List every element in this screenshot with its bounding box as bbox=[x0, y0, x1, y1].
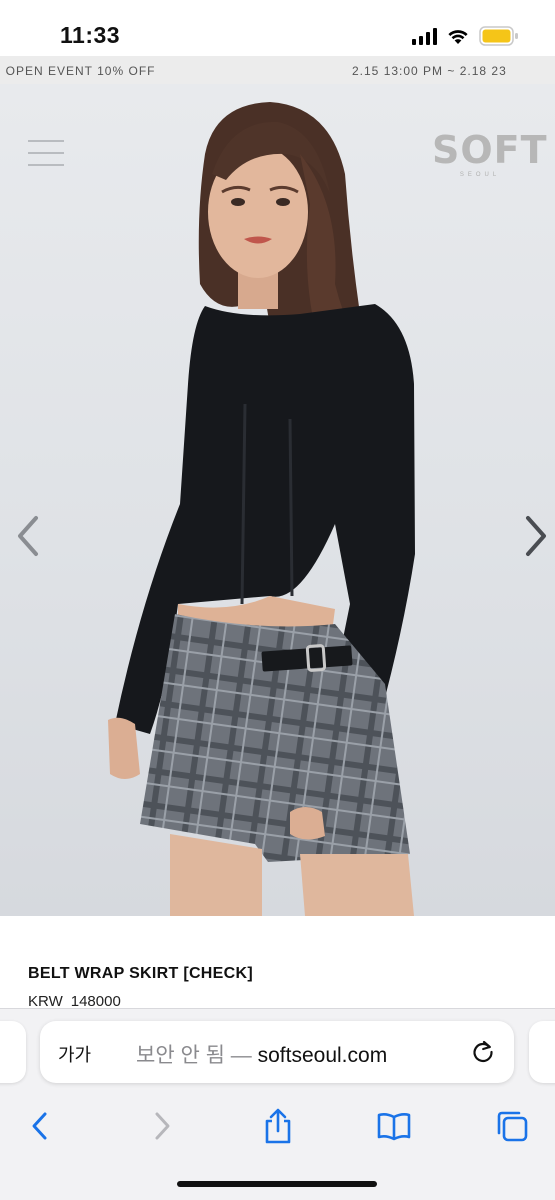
battery-icon bbox=[479, 26, 518, 46]
bookmarks-button[interactable] bbox=[372, 1104, 416, 1148]
banner-text-left: /) OPEN EVENT 10% OFF bbox=[0, 64, 156, 78]
chevron-right-icon[interactable] bbox=[520, 514, 550, 558]
forward-button[interactable] bbox=[140, 1104, 184, 1148]
url-display[interactable]: 보안 안 됨 — softseoul.com bbox=[136, 1039, 387, 1069]
banner-text-right: 2.15 13:00 PM ~ 2.18 23 bbox=[352, 64, 507, 78]
logo-main-text: SOFT bbox=[432, 128, 548, 172]
reload-icon[interactable] bbox=[470, 1039, 496, 1065]
hamburger-menu-icon[interactable] bbox=[28, 140, 64, 166]
wifi-icon bbox=[448, 30, 468, 44]
back-icon bbox=[32, 1112, 47, 1140]
safari-address-area: 가가 보안 안 됨 — softseoul.com bbox=[0, 1008, 555, 1096]
model-photo bbox=[108, 102, 415, 916]
url-separator: — bbox=[224, 1044, 258, 1067]
bookmarks-icon bbox=[377, 1113, 411, 1141]
chevron-left-icon[interactable] bbox=[14, 514, 44, 558]
tabs-icon bbox=[497, 1111, 528, 1142]
url-domain: softseoul.com bbox=[257, 1044, 388, 1067]
logo-sub-text: SEOUL bbox=[459, 172, 501, 178]
not-secure-label: 보안 안 됨 bbox=[136, 1044, 225, 1067]
share-button[interactable] bbox=[256, 1104, 300, 1148]
back-button[interactable] bbox=[18, 1104, 62, 1148]
cellular-signal-icon bbox=[412, 27, 437, 45]
brand-logo[interactable]: SOFT SEOUL bbox=[432, 128, 548, 178]
address-bar[interactable]: 가가 보안 안 됨 — softseoul.com bbox=[40, 1021, 514, 1083]
product-hero-image[interactable]: SOFT SEOUL bbox=[0, 84, 555, 916]
safari-toolbar bbox=[0, 1096, 555, 1200]
previous-tab-peek[interactable] bbox=[0, 1021, 26, 1083]
event-banner[interactable]: /) OPEN EVENT 10% OFF 2.15 13:00 PM ~ 2.… bbox=[0, 56, 555, 84]
share-icon bbox=[265, 1108, 291, 1144]
product-info: BELT WRAP SKIRT [CHECK] KRW 148000 bbox=[0, 916, 555, 1010]
next-tab-peek[interactable] bbox=[529, 1021, 555, 1083]
status-time: 11:33 bbox=[60, 22, 121, 48]
page-settings-button[interactable]: 가가 bbox=[58, 1041, 91, 1067]
product-name: BELT WRAP SKIRT [CHECK] bbox=[28, 965, 253, 982]
forward-icon bbox=[155, 1112, 170, 1140]
home-indicator[interactable] bbox=[177, 1181, 377, 1187]
status-icons bbox=[412, 26, 519, 46]
tabs-button[interactable] bbox=[490, 1104, 534, 1148]
